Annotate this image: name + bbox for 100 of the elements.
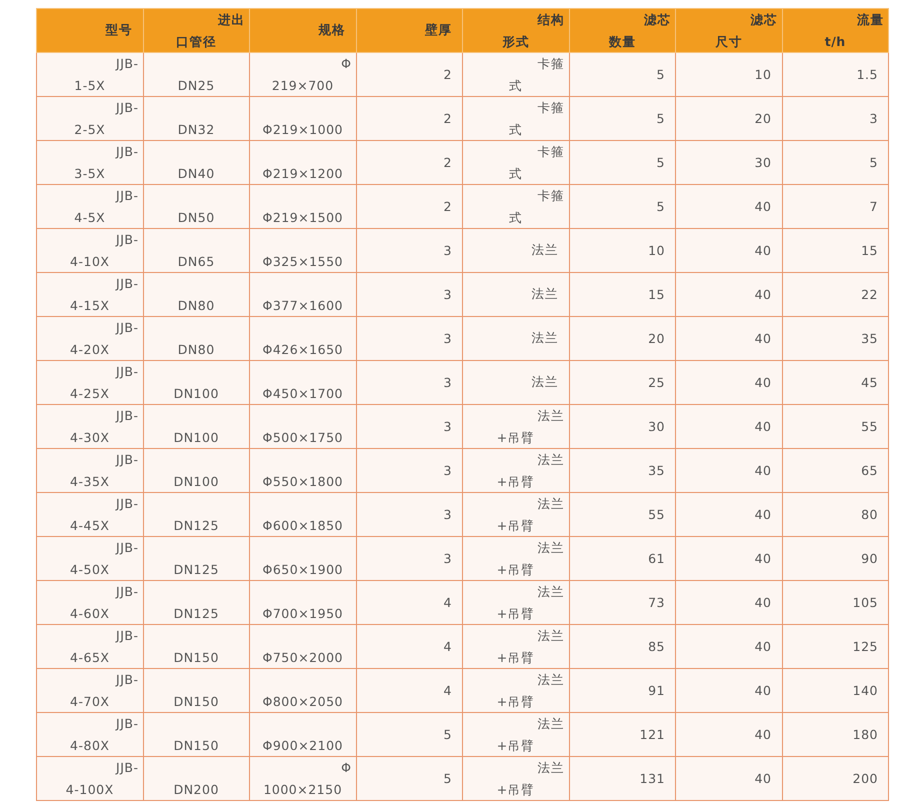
table-cell: 45 [782, 360, 888, 404]
table-cell: JJB- 4-100X [36, 756, 143, 800]
table-cell: DN125 [143, 536, 250, 580]
table-cell: Φ219×1500 [250, 184, 356, 228]
table-cell: 5 [356, 756, 462, 800]
table-cell: DN150 [143, 712, 250, 756]
table-cell: 15 [782, 228, 888, 272]
table-cell: 4 [356, 668, 462, 712]
table-cell: Φ700×1950 [250, 580, 356, 624]
table-cell: 10 [676, 52, 782, 96]
table-cell: Φ219×1200 [250, 140, 356, 184]
table-cell: 5 [782, 140, 888, 184]
table-cell: 40 [676, 404, 782, 448]
table-cell: 25 [569, 360, 676, 404]
table-cell: Φ750×2000 [250, 624, 356, 668]
table-cell: 3 [356, 448, 462, 492]
table-cell: JJB- 3-5X [36, 140, 143, 184]
table-cell: Φ650×1900 [250, 536, 356, 580]
table-cell: 5 [569, 140, 676, 184]
table-cell: JJB- 4-20X [36, 316, 143, 360]
table-cell: 4 [356, 624, 462, 668]
table-cell: DN100 [143, 360, 250, 404]
table-cell: 10 [569, 228, 676, 272]
table-cell: JJB- 4-30X [36, 404, 143, 448]
table-cell: 40 [676, 624, 782, 668]
table-cell: 法兰 +吊臂 [462, 712, 569, 756]
table-cell: 131 [569, 756, 676, 800]
table-cell: 2 [356, 184, 462, 228]
table-cell: 3 [356, 492, 462, 536]
table-cell: 法兰 +吊臂 [462, 756, 569, 800]
table-cell: 4 [356, 580, 462, 624]
table-cell: JJB- 4-80X [36, 712, 143, 756]
table-cell: 20 [569, 316, 676, 360]
table-cell: Φ219×1000 [250, 96, 356, 140]
table-cell: 法兰 +吊臂 [462, 624, 569, 668]
table-cell: JJB- 4-35X [36, 448, 143, 492]
table-cell: JJB- 4-5X [36, 184, 143, 228]
table-cell: 法兰 +吊臂 [462, 448, 569, 492]
table-cell: DN100 [143, 404, 250, 448]
table-cell: 5 [569, 96, 676, 140]
table-cell: 2 [356, 96, 462, 140]
table-cell: 61 [569, 536, 676, 580]
table-cell: 73 [569, 580, 676, 624]
table-cell: 40 [676, 228, 782, 272]
table-cell: JJB- 4-70X [36, 668, 143, 712]
table-cell: 140 [782, 668, 888, 712]
table-cell: 40 [676, 668, 782, 712]
table-cell: 40 [676, 712, 782, 756]
table-cell: 7 [782, 184, 888, 228]
table-cell: JJB- 4-45X [36, 492, 143, 536]
table-cell: Φ600×1850 [250, 492, 356, 536]
column-header: 进出 口管径 [143, 8, 250, 52]
table-cell: DN65 [143, 228, 250, 272]
table-cell: 40 [676, 272, 782, 316]
table-cell: 40 [676, 536, 782, 580]
table-cell: 55 [569, 492, 676, 536]
table-cell: 3 [356, 228, 462, 272]
table-cell: 20 [676, 96, 782, 140]
table-cell: DN150 [143, 668, 250, 712]
table-cell: 55 [782, 404, 888, 448]
table-cell: 40 [676, 316, 782, 360]
column-header: 滤芯 尺寸 [676, 8, 782, 52]
table-cell: 40 [676, 184, 782, 228]
table-cell: DN125 [143, 580, 250, 624]
table-cell: Φ450×1700 [250, 360, 356, 404]
table-cell: 法兰 +吊臂 [462, 492, 569, 536]
table-cell: 105 [782, 580, 888, 624]
table-cell: 卡箍 式 [462, 52, 569, 96]
table-cell: 5 [569, 52, 676, 96]
table-cell: 91 [569, 668, 676, 712]
table-cell: 2 [356, 52, 462, 96]
table-cell: JJB- 4-25X [36, 360, 143, 404]
table-cell: DN50 [143, 184, 250, 228]
table-cell: 40 [676, 756, 782, 800]
table-cell: JJB- 4-15X [36, 272, 143, 316]
table-cell: 65 [782, 448, 888, 492]
column-header: 壁厚 [356, 8, 462, 52]
table-cell: 法兰 [462, 272, 569, 316]
table-cell: 1.5 [782, 52, 888, 96]
table-cell: 卡箍 式 [462, 140, 569, 184]
table-cell: 3 [356, 360, 462, 404]
table-cell: 3 [356, 272, 462, 316]
table-cell: 法兰 [462, 316, 569, 360]
table-cell: 22 [782, 272, 888, 316]
table-cell: 卡箍 式 [462, 184, 569, 228]
column-header: 结构 形式 [462, 8, 569, 52]
table-cell: 5 [356, 712, 462, 756]
table-cell: DN40 [143, 140, 250, 184]
table-cell: JJB- 2-5X [36, 96, 143, 140]
table-cell: 法兰 [462, 360, 569, 404]
column-header: 流量 t/h [782, 8, 888, 52]
table-cell: Φ 219×700 [250, 52, 356, 96]
table-cell: 30 [569, 404, 676, 448]
table-cell: JJB- 4-10X [36, 228, 143, 272]
table-cell: Φ900×2100 [250, 712, 356, 756]
column-header: 型号 [36, 8, 143, 52]
table-cell: JJB- 1-5X [36, 52, 143, 96]
table-cell: 3 [356, 404, 462, 448]
table-cell: 法兰 +吊臂 [462, 404, 569, 448]
table-cell: 法兰 +吊臂 [462, 580, 569, 624]
